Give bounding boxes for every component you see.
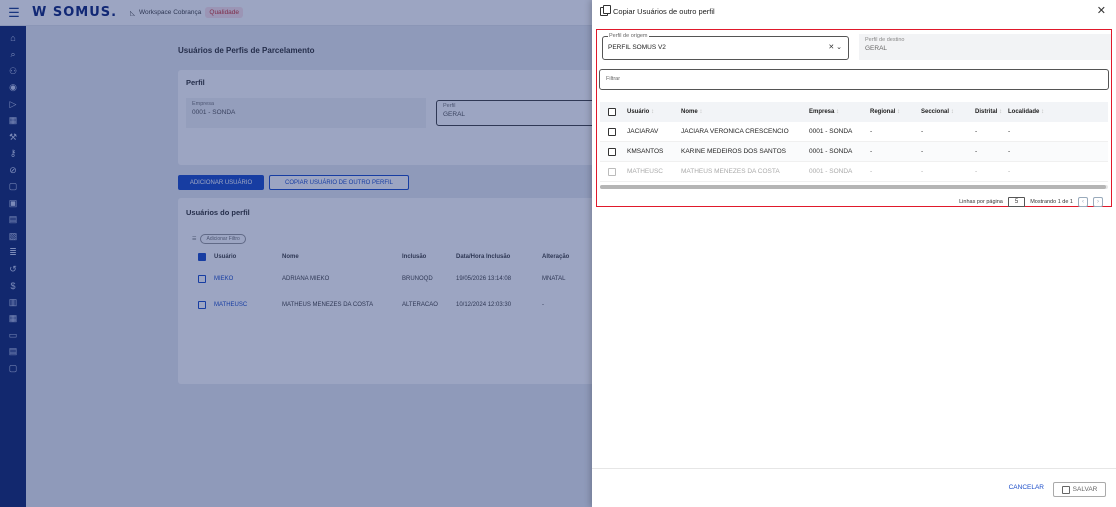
col-empresa[interactable]: Empresa ↕ xyxy=(809,109,870,115)
row-user: KMSANTOS xyxy=(627,148,664,155)
row-distrital: - xyxy=(975,168,978,175)
copy-users-dialog: Copiar Usuários de outro perfil ✕ Perfil… xyxy=(592,0,1116,507)
row-user: MATHEUSC xyxy=(627,168,663,175)
save-button[interactable]: SALVAR xyxy=(1053,482,1106,497)
row-regional: - xyxy=(870,168,873,175)
row-checkbox[interactable] xyxy=(608,147,616,156)
col-seccional[interactable]: Seccional ↕ xyxy=(921,109,975,115)
highlight-box: Perfil de origem PERFIL SOMUS V2 ✕ ⌄ Per… xyxy=(596,29,1112,207)
dialog-title: Copiar Usuários de outro perfil xyxy=(613,7,715,16)
col-localidade[interactable]: Localidade ↕ xyxy=(1008,109,1068,115)
row-checkbox[interactable] xyxy=(608,127,616,136)
origem-value: PERFIL SOMUS V2 xyxy=(608,44,666,51)
destino-field: Perfil de destino GERAL xyxy=(859,34,1111,60)
close-icon[interactable]: ✕ xyxy=(1097,4,1106,17)
dialog-table: Usuário ↕ Nome ↕ Empresa ↕ Regional ↕ Se… xyxy=(600,102,1108,182)
next-page-icon[interactable]: › xyxy=(1093,197,1103,207)
filter-input[interactable]: Filtrar xyxy=(599,69,1109,90)
origem-select[interactable]: Perfil de origem PERFIL SOMUS V2 ✕ ⌄ xyxy=(602,33,849,60)
select-all-checkbox[interactable] xyxy=(608,108,616,116)
row-seccional: - xyxy=(921,148,924,155)
origem-label: Perfil de origem xyxy=(608,33,649,39)
row-empresa: 0001 - SONDA xyxy=(809,168,853,175)
destino-value: GERAL xyxy=(865,45,888,52)
save-label: SALVAR xyxy=(1072,486,1098,493)
row-regional: - xyxy=(870,128,873,135)
row-name: KARINE MEDEIROS DOS SANTOS xyxy=(681,148,786,155)
row-name: MATHEUS MENEZES DA COSTA xyxy=(681,168,780,175)
row-empresa: 0001 - SONDA xyxy=(809,128,853,135)
scroll-thumb[interactable] xyxy=(600,185,1106,189)
clear-chevron-icon[interactable]: ✕ ⌄ xyxy=(828,43,842,51)
save-icon xyxy=(1061,485,1070,494)
cancel-button[interactable]: CANCELAR xyxy=(1009,484,1044,491)
row-distrital: - xyxy=(975,148,978,155)
copy-icon xyxy=(600,5,611,16)
row-checkbox xyxy=(608,167,616,176)
row-localidade: - xyxy=(1008,168,1011,175)
row-user: JACIARAV xyxy=(627,128,659,135)
row-seccional: - xyxy=(921,168,924,175)
col-nome[interactable]: Nome ↕ xyxy=(681,109,809,115)
rows-per-page-label: Linhas por página xyxy=(959,199,1003,205)
row-distrital: - xyxy=(975,128,978,135)
prev-page-icon[interactable]: ‹ xyxy=(1078,197,1088,207)
col-usuario[interactable]: Usuário ↕ xyxy=(627,109,670,115)
row-name: JACIARA VERONICA CRESCENCIO xyxy=(681,128,789,135)
table-row[interactable]: JACIARAV JACIARA VERONICA CRESCENCIO 000… xyxy=(600,122,1108,142)
destino-label: Perfil de destino xyxy=(865,37,905,43)
dialog-header: Copiar Usuários de outro perfil xyxy=(600,5,715,16)
rows-per-page-select[interactable]: 5 xyxy=(1007,197,1026,207)
row-empresa: 0001 - SONDA xyxy=(809,148,853,155)
dialog-footer: CANCELAR SALVAR xyxy=(592,468,1116,507)
row-localidade: - xyxy=(1008,128,1011,135)
col-regional[interactable]: Regional ↕ xyxy=(870,109,921,115)
table-row[interactable]: KMSANTOS KARINE MEDEIROS DOS SANTOS 0001… xyxy=(600,142,1108,162)
showing-text: Mostrando 1 de 1 xyxy=(1030,199,1073,205)
row-regional: - xyxy=(870,148,873,155)
pagination: Linhas por página 5 Mostrando 1 de 1 ‹ › xyxy=(959,197,1103,207)
modal-backdrop[interactable] xyxy=(0,0,596,507)
col-distrital[interactable]: Distrital ↕ xyxy=(975,109,1008,115)
dialog-table-header: Usuário ↕ Nome ↕ Empresa ↕ Regional ↕ Se… xyxy=(600,102,1108,122)
row-localidade: - xyxy=(1008,148,1011,155)
table-row-disabled: MATHEUSC MATHEUS MENEZES DA COSTA 0001 -… xyxy=(600,162,1108,182)
row-seccional: - xyxy=(921,128,924,135)
horizontal-scrollbar[interactable] xyxy=(600,185,1108,189)
